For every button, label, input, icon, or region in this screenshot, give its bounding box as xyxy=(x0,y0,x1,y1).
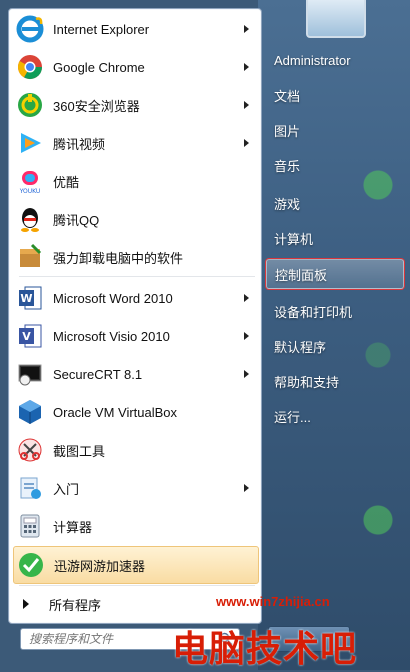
program-item-securecrt[interactable]: SecureCRT 8.1 xyxy=(13,356,257,392)
svg-text:V: V xyxy=(22,330,31,343)
program-item-calculator[interactable]: 计算器 xyxy=(13,508,257,544)
computer-item[interactable]: 计算机 xyxy=(266,223,404,253)
control-panel-item[interactable]: 控制面板 xyxy=(266,259,404,289)
run-item[interactable]: 运行... xyxy=(266,401,404,431)
tencent-video-icon xyxy=(15,128,45,158)
calculator-icon xyxy=(15,511,45,541)
program-label: 计算器 xyxy=(53,519,93,535)
visio-icon: V xyxy=(15,321,45,351)
devices-printers-item[interactable]: 设备和打印机 xyxy=(266,296,404,326)
watermark-text: 电脑技术吧 xyxy=(172,628,358,669)
virtualbox-icon xyxy=(15,397,45,427)
program-item-youku[interactable]: YOUKU 优酷 xyxy=(13,163,257,199)
program-item-tencent-video[interactable]: 腾讯视频 xyxy=(13,125,257,161)
all-programs-label: 所有程序 xyxy=(49,597,102,613)
uninstall-icon xyxy=(15,242,45,272)
program-item-virtualbox[interactable]: Oracle VM VirtualBox xyxy=(13,394,257,430)
word-icon: W xyxy=(15,283,45,313)
svg-text:YOUKU: YOUKU xyxy=(19,188,41,195)
pictures-item[interactable]: 图片 xyxy=(266,115,404,145)
program-item-google-chrome[interactable]: Google Chrome xyxy=(13,49,257,85)
internet-explorer-icon xyxy=(15,14,45,44)
separator xyxy=(19,585,255,586)
program-label: SecureCRT 8.1 xyxy=(53,366,143,382)
games-item[interactable]: 游戏 xyxy=(266,188,404,218)
program-item-360-browser[interactable]: 360安全浏览器 xyxy=(13,87,257,123)
documents-item[interactable]: 文档 xyxy=(266,80,404,110)
svg-text:W: W xyxy=(20,292,32,305)
chrome-icon xyxy=(15,52,45,82)
music-item[interactable]: 音乐 xyxy=(266,150,404,180)
submenu-arrow-icon[interactable] xyxy=(244,63,249,71)
program-item-qq[interactable]: 腾讯QQ xyxy=(13,201,257,237)
securecrt-icon xyxy=(15,359,45,389)
program-item-xunyou[interactable]: 迅游网游加速器 xyxy=(13,546,259,584)
program-label: 腾讯视频 xyxy=(53,136,106,152)
watermark-url: www.win7zhijia.cn xyxy=(216,594,330,609)
default-programs-item[interactable]: 默认程序 xyxy=(266,331,404,361)
submenu-arrow-icon[interactable] xyxy=(244,294,249,302)
360-browser-icon xyxy=(15,90,45,120)
program-item-internet-explorer[interactable]: Internet Explorer xyxy=(13,11,257,47)
submenu-arrow-icon[interactable] xyxy=(244,484,249,492)
submenu-arrow-icon[interactable] xyxy=(244,101,249,109)
program-item-word[interactable]: W Microsoft Word 2010 xyxy=(13,280,257,316)
program-label: 迅游网游加速器 xyxy=(54,558,146,574)
qq-icon xyxy=(15,204,45,234)
getting-started-icon xyxy=(15,473,45,503)
program-item-getting-started[interactable]: 入门 xyxy=(13,470,257,506)
program-label: 入门 xyxy=(53,481,80,497)
submenu-arrow-icon[interactable] xyxy=(244,332,249,340)
user-picture[interactable] xyxy=(306,0,366,38)
program-item-snipping-tool[interactable]: 截图工具 xyxy=(13,432,257,468)
program-label: Microsoft Visio 2010 xyxy=(53,328,170,344)
program-label: Internet Explorer xyxy=(53,21,150,37)
separator xyxy=(19,276,255,277)
expand-arrow-icon xyxy=(23,599,29,609)
program-label: 优酷 xyxy=(53,174,80,190)
program-label: 360安全浏览器 xyxy=(53,98,140,114)
user-name-item[interactable]: Administrator xyxy=(266,45,404,75)
start-menu-programs-pane: Internet Explorer Google Chrome 360安全浏览器… xyxy=(8,8,262,624)
snipping-tool-icon xyxy=(15,435,45,465)
help-support-item[interactable]: 帮助和支持 xyxy=(266,366,404,396)
program-label: 截图工具 xyxy=(53,443,106,459)
submenu-arrow-icon[interactable] xyxy=(244,25,249,33)
program-label: 强力卸载电脑中的软件 xyxy=(53,250,184,266)
xunyou-icon xyxy=(16,550,46,580)
submenu-arrow-icon[interactable] xyxy=(244,370,249,378)
program-item-uninstall[interactable]: 强力卸载电脑中的软件 xyxy=(13,239,257,275)
program-item-visio[interactable]: V Microsoft Visio 2010 xyxy=(13,318,257,354)
youku-icon: YOUKU xyxy=(15,166,45,196)
submenu-arrow-icon[interactable] xyxy=(244,139,249,147)
program-label: Oracle VM VirtualBox xyxy=(53,404,178,420)
program-label: 腾讯QQ xyxy=(53,212,100,228)
program-label: Google Chrome xyxy=(53,59,145,75)
program-label: Microsoft Word 2010 xyxy=(53,290,173,306)
